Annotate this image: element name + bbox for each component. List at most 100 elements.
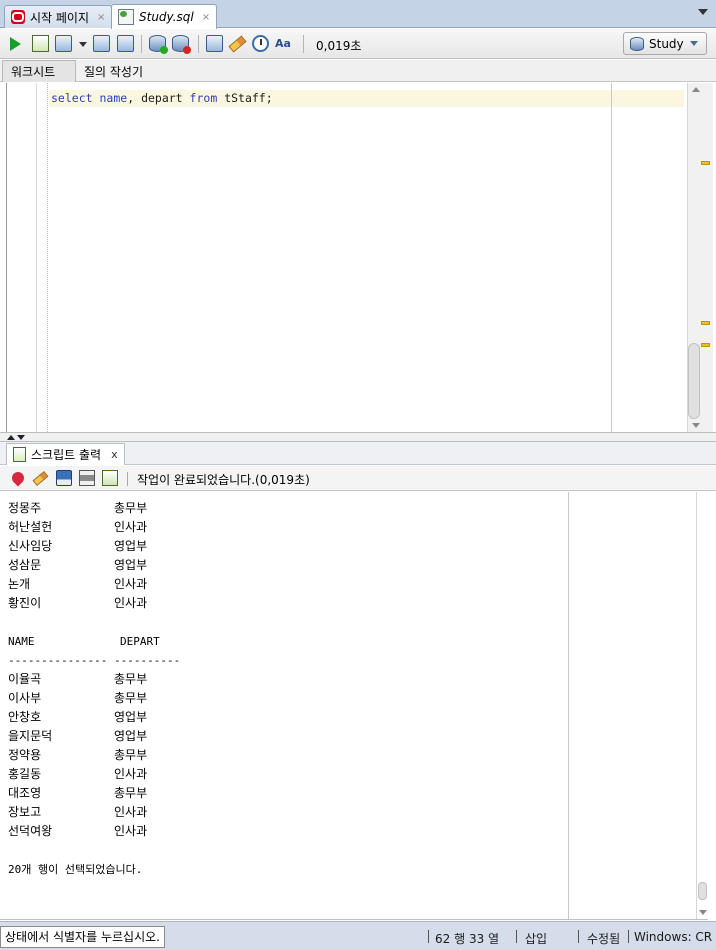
worksheet-subtabs: 워크시트 질의 작성기 — [0, 60, 716, 82]
cursor-position: 62 행 33 열 — [435, 932, 500, 946]
cell-name: 대조영 — [8, 786, 42, 800]
fold-guide — [47, 83, 48, 432]
clear-output-icon[interactable] — [32, 470, 49, 487]
tab-worksheet[interactable]: 워크시트 — [2, 60, 76, 82]
database-icon — [630, 36, 644, 51]
tab-study-sql[interactable]: Study.sql × — [111, 4, 218, 29]
scroll-down-icon[interactable] — [692, 423, 700, 428]
cell-depart: DEPART — [120, 635, 160, 648]
cell-depart: 총무부 — [114, 672, 148, 686]
cell-name: 을지문덕 — [8, 729, 53, 743]
status-bar: 상태에서 식별자를 누르십시오. 62 행 33 열 삽입 수정됨 Window… — [0, 921, 716, 950]
sql-keyword: from — [189, 91, 218, 105]
right-margin-guide — [568, 492, 569, 919]
insert-mode[interactable]: 삽입 — [525, 930, 547, 947]
pin-icon[interactable] — [9, 469, 27, 487]
sql-file-icon — [118, 9, 134, 25]
cell-name: 이율곡 — [8, 672, 42, 686]
status-separator — [578, 930, 579, 943]
to-upper-lower-icon[interactable]: Aa — [275, 37, 291, 54]
connection-select[interactable]: Study — [623, 32, 707, 55]
document-tab-bar: 시작 페이지 × Study.sql × — [0, 0, 716, 29]
sql-tuning-advisor-icon[interactable] — [117, 35, 134, 52]
close-icon[interactable]: × — [97, 12, 105, 23]
sql-punctuation: , — [127, 91, 135, 105]
cell-depart: 인사과 — [114, 805, 148, 819]
worksheet-toolbar: Aa 0,019초 Study — [0, 29, 716, 59]
scroll-thumb[interactable] — [688, 343, 700, 419]
run-statement-icon[interactable] — [10, 37, 21, 51]
cell-name: 정몽주 — [8, 501, 42, 515]
explain-plan-icon[interactable] — [93, 35, 110, 52]
minimize-arrow-icon[interactable] — [17, 435, 25, 440]
autotrace-icon[interactable] — [55, 35, 72, 52]
sql-identifier: name — [99, 91, 128, 105]
cell-depart: 총무부 — [114, 786, 148, 800]
cell-name: 선덕여왕 — [8, 824, 53, 838]
cell-name: 성삼문 — [8, 558, 42, 572]
script-output-icon — [13, 447, 26, 462]
print-icon[interactable] — [79, 470, 95, 486]
cell-depart: 인사과 — [114, 767, 148, 781]
cell-depart: 영업부 — [114, 539, 148, 553]
sql-history-icon[interactable] — [252, 35, 269, 52]
buffer-size-icon[interactable] — [102, 470, 118, 486]
toolbar-separator — [127, 472, 128, 486]
cell-depart: 영업부 — [114, 710, 148, 724]
close-icon[interactable]: × — [202, 12, 210, 23]
sql-identifier: depart — [141, 91, 183, 105]
tab-script-output[interactable]: 스크립트 출력 x — [6, 443, 125, 465]
script-output-area[interactable]: 정몽주 총무부 허난설헌 인사과 신사임당 영업부 성삼문 영업부 논개 인사과 황진이 인사과 NAM… — [0, 492, 708, 920]
maximize-arrow-icon[interactable] — [7, 435, 15, 440]
chevron-down-icon[interactable] — [79, 42, 87, 47]
cell-depart: 총무부 — [114, 691, 148, 705]
change-marker[interactable] — [701, 343, 710, 347]
modified-status: 수정됨 — [587, 932, 621, 946]
cell-name: --------------- ---------- — [8, 654, 181, 667]
clear-icon[interactable] — [228, 35, 247, 53]
tab-label: 스크립트 출력 — [31, 448, 102, 462]
cell-name: 허난설헌 — [8, 520, 53, 534]
scroll-down-icon[interactable] — [699, 910, 707, 915]
cell-depart: 인사과 — [114, 520, 148, 534]
status-separator — [428, 930, 429, 943]
output-tab-bar: 스크립트 출력 x — [0, 442, 716, 465]
status-separator — [628, 930, 629, 943]
cell-name: 신사임당 — [8, 539, 53, 553]
oracle-icon — [11, 10, 25, 24]
cell-depart: 인사과 — [114, 577, 148, 591]
sql-editor[interactable]: select name, depart from tStaff; — [6, 83, 713, 432]
cell-depart: 영업부 — [114, 729, 148, 743]
sql-identifier: tStaff — [224, 91, 266, 105]
cell-depart: 영업부 — [114, 558, 148, 572]
task-status-message: 작업이 완료되었습니다.(0,019초) — [137, 473, 310, 487]
window-list-icon[interactable] — [698, 9, 708, 15]
code-line[interactable]: select name, depart from tStaff; — [49, 90, 684, 107]
cell-name: 이사부 — [8, 691, 42, 705]
cell-name: 정약용 — [8, 748, 42, 762]
unshared-worksheet-icon[interactable] — [206, 35, 223, 52]
tab-query-builder[interactable]: 질의 작성기 — [76, 60, 151, 82]
output-scrollbar[interactable] — [696, 492, 708, 919]
change-marker[interactable] — [701, 321, 710, 325]
cell-name: 홍길동 — [8, 767, 42, 781]
cell-name: 20개 행이 선택되었습니다. — [8, 863, 143, 876]
scroll-up-icon[interactable] — [692, 87, 700, 92]
status-separator — [516, 930, 517, 943]
rollback-icon[interactable] — [172, 35, 191, 54]
tab-label: Study.sql — [139, 10, 194, 24]
cell-depart: 총무부 — [114, 748, 148, 762]
right-margin-guide — [611, 83, 612, 432]
editor-scrollbar[interactable] — [687, 83, 713, 432]
scroll-thumb[interactable] — [698, 882, 707, 900]
chevron-down-icon — [690, 41, 698, 46]
change-marker[interactable] — [701, 161, 710, 165]
close-icon[interactable]: x — [111, 448, 118, 461]
run-script-icon[interactable] — [32, 35, 49, 52]
commit-icon[interactable] — [149, 35, 168, 54]
panel-splitter[interactable] — [0, 432, 716, 442]
tab-start-page[interactable]: 시작 페이지 × — [4, 5, 113, 28]
toolbar-separator — [198, 35, 199, 53]
cell-name: 황진이 — [8, 596, 42, 610]
save-icon[interactable] — [56, 470, 72, 486]
